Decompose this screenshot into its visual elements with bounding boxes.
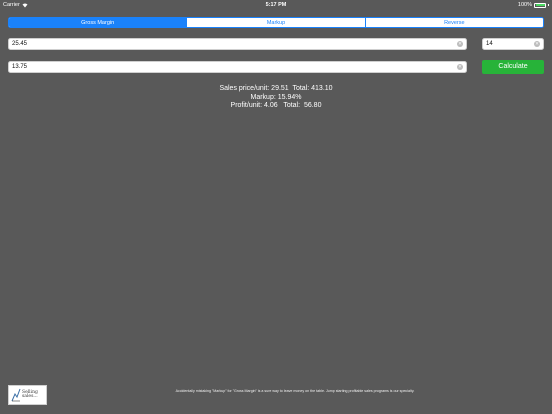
segment-markup[interactable]: Markup: [186, 18, 365, 27]
quantity-field[interactable]: 14 ✕: [482, 38, 544, 50]
cost-value[interactable]: 13.75: [9, 64, 457, 70]
sales-price-field[interactable]: 25.45 ✕: [8, 38, 467, 50]
result-profit: Profit/unit: 4.06 Total: 56.80: [230, 102, 322, 109]
selling-sales-logo[interactable]: Selling sales...: [8, 385, 47, 405]
mode-segmented-control: Gross Margin Markup Reverse: [8, 17, 544, 28]
result-markup: Markup: 15.94%: [250, 93, 302, 101]
clear-circle-icon[interactable]: ✕: [534, 41, 540, 47]
quantity-value[interactable]: 14: [483, 41, 534, 47]
battery-group: 100%: [518, 2, 549, 8]
calculate-button[interactable]: Calculate: [482, 60, 544, 74]
result-sales-price: Sales price/unit: 29.51 Total: 413.10: [219, 85, 333, 92]
status-bar: Carrier 5:17 PM 100%: [0, 0, 552, 10]
clear-circle-icon[interactable]: ✕: [457, 64, 463, 70]
battery-level: [535, 4, 545, 6]
battery-icon: [534, 2, 546, 8]
footer-message: Accidentally mistaking "Markup" for "Gro…: [175, 389, 415, 393]
battery-tip: [548, 3, 549, 7]
logo-mark-icon: [11, 388, 21, 402]
segment-gross-margin[interactable]: Gross Margin: [9, 18, 187, 27]
logo-text-line2: sales...: [22, 394, 38, 399]
cost-field[interactable]: 13.75 ✕: [8, 61, 467, 73]
logo-text-group: Selling sales...: [22, 390, 38, 400]
results-panel: Sales price/unit: 29.51 Total: 413.10 Ma…: [0, 85, 552, 111]
status-time: 5:17 PM: [265, 2, 287, 8]
battery-percent: 100%: [517, 2, 532, 8]
clear-circle-icon[interactable]: ✕: [457, 41, 463, 47]
sales-price-value[interactable]: 25.45: [9, 41, 457, 47]
segment-reverse[interactable]: Reverse: [364, 18, 543, 27]
